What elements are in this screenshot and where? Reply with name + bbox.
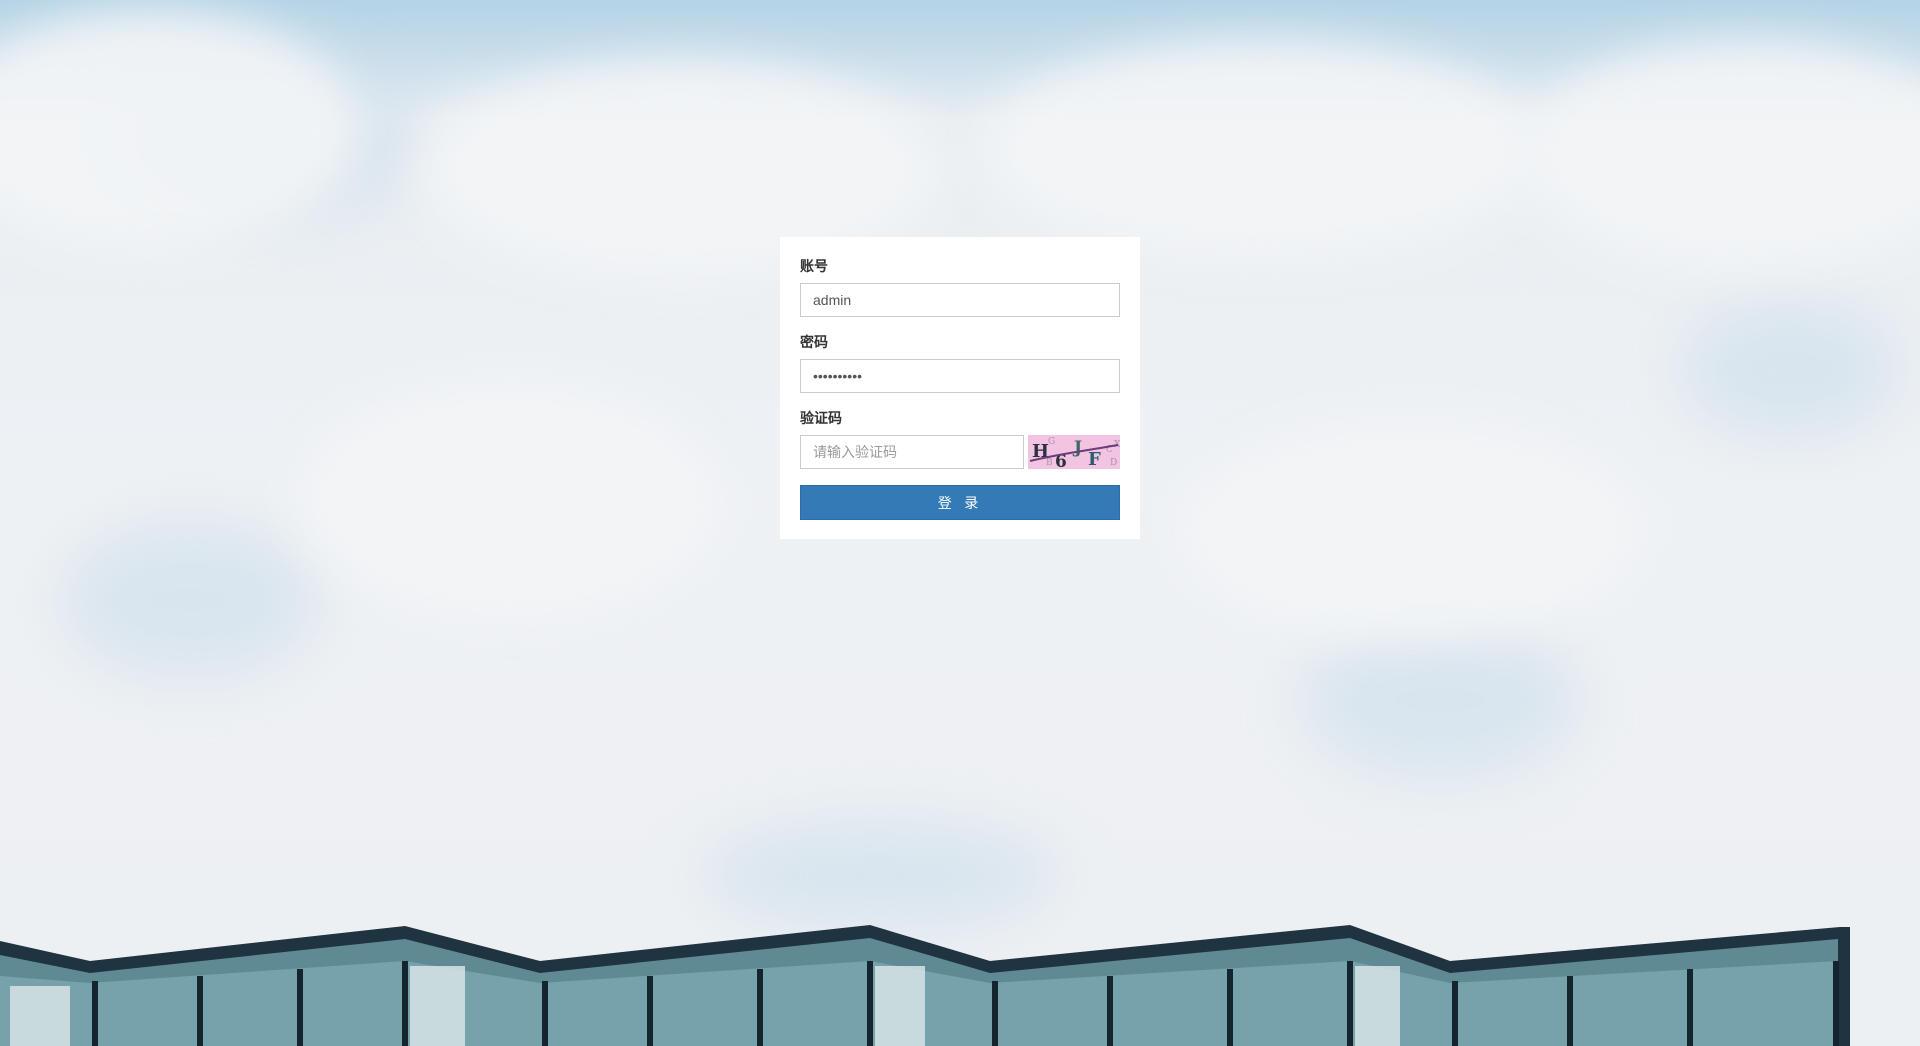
svg-text:D: D [1110,458,1117,468]
building-rooftop [0,925,1850,1046]
login-button[interactable]: 登 录 [800,485,1120,520]
sky-patch [700,820,1060,930]
cloud [300,380,720,620]
captcha-input[interactable] [800,435,1024,469]
sky-patch [60,520,320,680]
login-panel: 账号 密码 验证码 G B C D X [780,237,1140,539]
sky-patch [1300,620,1580,780]
account-label: 账号 [800,258,828,274]
sky-patch [1680,300,1900,440]
cloud [1520,40,1920,270]
account-group: 账号 [800,257,1120,317]
captcha-char: J [1072,438,1082,458]
captcha-char: F [1088,449,1101,469]
password-input[interactable] [800,359,1120,393]
cloud [980,40,1540,260]
account-input[interactable] [800,283,1120,317]
captcha-label: 验证码 [800,410,842,426]
captcha-image[interactable]: G B C D X H 6 J F [1028,435,1120,469]
background-scene: 账号 密码 验证码 G B C D X [0,0,1920,1046]
svg-text:G: G [1048,437,1055,447]
captcha-row: G B C D X H 6 J F [800,435,1120,469]
cloud [1180,420,1640,640]
password-label: 密码 [800,334,828,350]
captcha-group: 验证码 G B C D X H 6 J F [800,409,1120,469]
password-group: 密码 [800,333,1120,393]
